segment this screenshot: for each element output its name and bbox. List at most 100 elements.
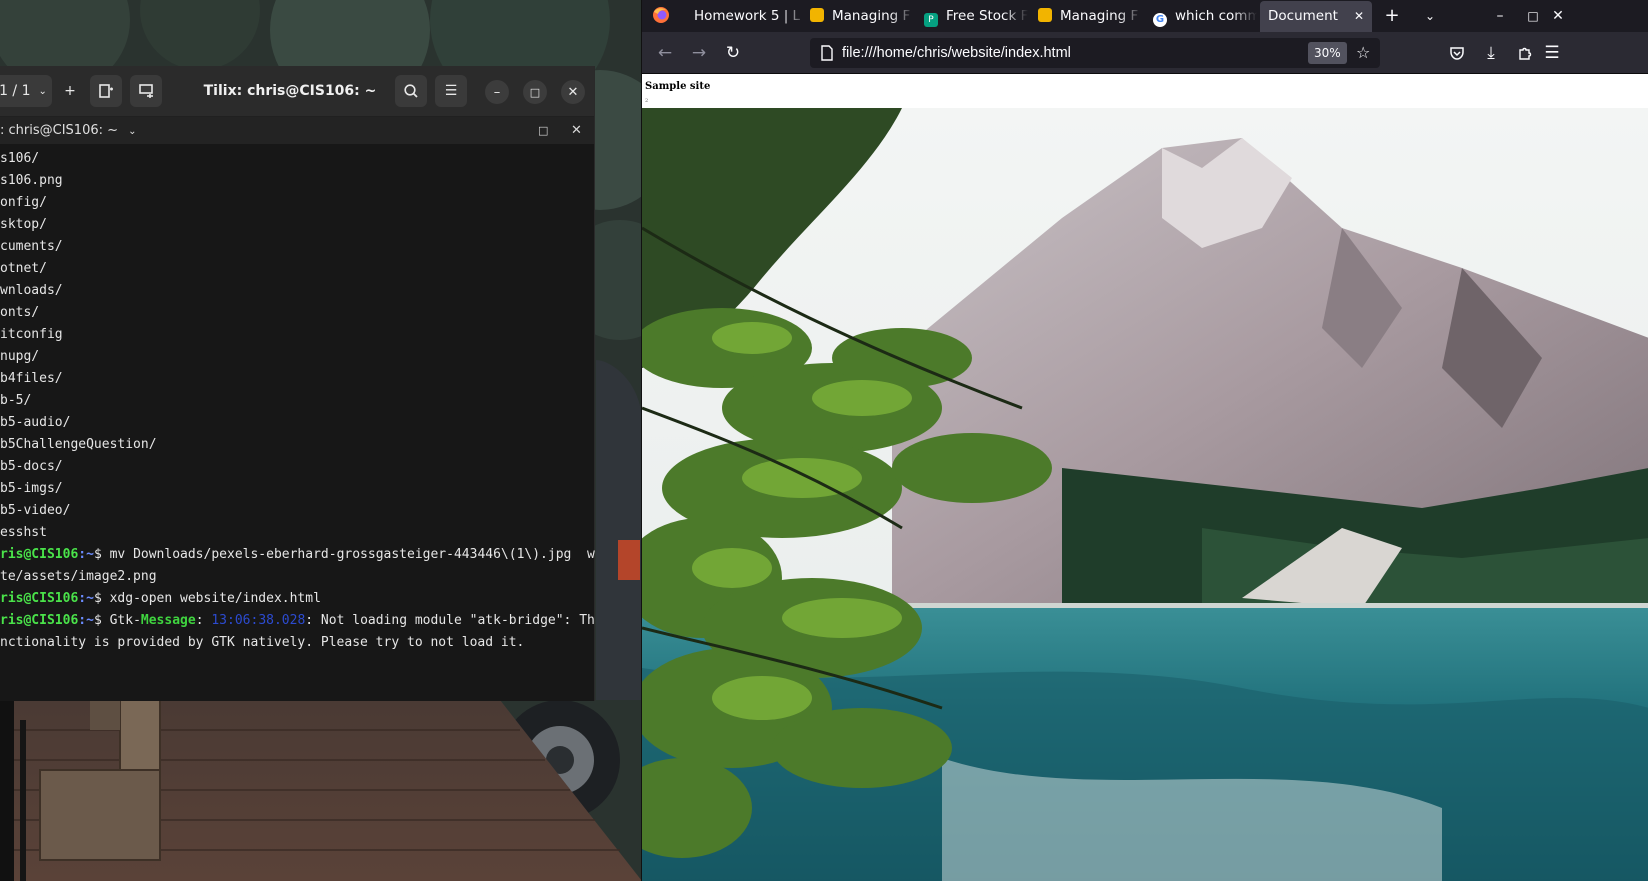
command-line: ris@CIS106:~$ mv Downloads/pexels-eberha…	[0, 544, 595, 566]
reload-icon: ↻	[725, 43, 741, 63]
window-title: Tilix: chris@CIS106: ~	[203, 83, 377, 99]
split-down-button[interactable]	[130, 75, 162, 107]
hamburger-menu-icon: ☰	[444, 83, 458, 99]
maximize-button[interactable]: □	[1518, 0, 1548, 32]
menu-button[interactable]: ☰	[435, 75, 467, 107]
firefox-menu-button[interactable]	[646, 0, 676, 32]
terminal-close-button[interactable]: ✕	[571, 117, 582, 144]
google-icon: G	[1153, 13, 1167, 27]
listing-entry: itconfig	[0, 327, 63, 342]
url-text[interactable]: file:///home/chris/website/index.html	[842, 38, 1071, 68]
tab-document[interactable]: Document ✕	[1260, 1, 1372, 32]
minimize-button[interactable]: –	[485, 80, 509, 104]
pocket-icon	[1450, 47, 1464, 60]
terminal-title-bar: : chris@CIS106: ~ ⌄ □ ✕	[0, 117, 594, 144]
app-menu-button[interactable]: ☰	[1542, 38, 1562, 68]
close-icon: ✕	[571, 123, 582, 138]
extensions-button[interactable]	[1510, 38, 1540, 68]
arrow-left-icon: ←	[657, 43, 673, 63]
bookmark-star-icon[interactable]: ☆	[1356, 38, 1370, 68]
listing-entry: b-5/	[0, 393, 32, 408]
listing-entry: s106/	[0, 151, 40, 166]
close-icon: ✕	[1552, 8, 1564, 24]
tab-managing-files-1[interactable]: Managing F	[802, 0, 914, 32]
session-switcher-label: 1 / 1	[0, 83, 31, 99]
listing-entry: nupg/	[0, 349, 40, 364]
search-button[interactable]	[395, 75, 427, 107]
gtk-message-label: Message	[140, 613, 196, 628]
terminal-title-dropdown[interactable]: : chris@CIS106: ~ ⌄	[0, 117, 137, 145]
forward-button[interactable]: →	[684, 38, 714, 68]
maximize-icon: □	[529, 85, 541, 99]
minimize-icon: –	[493, 84, 501, 100]
prompt-user: ris@CIS106	[0, 591, 79, 606]
maximize-icon: □	[1527, 9, 1539, 23]
new-tab-button[interactable]: +	[1377, 0, 1407, 32]
prompt-user: ris@CIS106	[0, 613, 79, 628]
split-right-button[interactable]	[90, 75, 122, 107]
listing-entry: otnet/	[0, 261, 47, 276]
minimize-button[interactable]: –	[1485, 0, 1515, 32]
tab-bar: Homework 5 | L Managing F P Free Stock F …	[642, 0, 1648, 32]
listing-entry: s106.png	[0, 173, 63, 188]
listing-entry: b5-video/	[0, 503, 71, 518]
mountain-lake-image	[642, 108, 1648, 881]
navigation-toolbar: ← → ↻ file:///home/chris/website/index.h…	[642, 32, 1648, 74]
add-session-button[interactable]: +	[60, 75, 80, 107]
gtk-timestamp: 13:06:38.028	[211, 613, 306, 628]
tab-free-stock[interactable]: P Free Stock F	[916, 0, 1028, 32]
puzzle-icon	[1519, 47, 1532, 60]
chevron-down-icon: ⌄	[128, 126, 137, 137]
split-horizontal-icon	[99, 84, 113, 98]
gtk-message-text: : Not loading module "atk-bridge": The	[305, 613, 595, 628]
session-switcher-button[interactable]: 1 / 1 ⌄	[0, 75, 52, 107]
pexels-icon: P	[924, 13, 938, 27]
mountain-lake-photo	[642, 108, 1648, 881]
listing-entry: esshst	[0, 525, 47, 540]
downloads-button[interactable]: ⤓	[1476, 38, 1506, 68]
search-icon	[404, 84, 418, 98]
command-line: ris@CIS106:~$ xdg-open website/index.htm…	[0, 588, 595, 610]
close-button[interactable]: ✕	[1548, 0, 1568, 32]
listing-entry: b5-audio/	[0, 415, 71, 430]
arrow-right-icon: →	[691, 43, 707, 63]
terminal-title: : chris@CIS106: ~	[0, 123, 119, 138]
plus-icon: +	[1384, 5, 1400, 26]
terminal-output[interactable]: s106/s106.png onfig/sktop/cuments/otnet/w…	[0, 144, 595, 701]
maximize-button[interactable]: □	[523, 80, 547, 104]
chevron-down-icon: ⌄	[1424, 9, 1436, 23]
prompt-symbol: $	[93, 613, 102, 628]
ls-output-listing: s106/s106.png onfig/sktop/cuments/otnet/w…	[0, 148, 595, 544]
listing-entry: b4files/	[0, 371, 63, 386]
zoom-level-button[interactable]: 30%	[1308, 42, 1347, 64]
page-content: Sample site 2	[642, 74, 1648, 881]
listing-entry: wnloads/	[0, 283, 63, 298]
terminal-headerbar: 1 / 1 ⌄ + Tilix: chris@CIS106: ~ ☰ – □ ✕	[0, 66, 594, 117]
tab-homework[interactable]: Homework 5 | L	[686, 0, 806, 32]
tab-close-icon[interactable]: ✕	[1354, 1, 1364, 31]
tab-label: Document	[1268, 8, 1338, 24]
command-text: xdg-open website/index.html	[101, 591, 321, 606]
prompt-path: :~	[78, 613, 94, 628]
firefox-logo-icon	[653, 7, 669, 23]
gtk-message-line: ris@CIS106:~$ Gtk-Message: 13:06:38.028:…	[0, 610, 595, 632]
pocket-button[interactable]	[1442, 38, 1472, 68]
download-icon: ⤓	[1487, 43, 1495, 63]
tab-managing-files-2[interactable]: Managing F	[1030, 0, 1142, 32]
gtk-colon: :	[195, 613, 212, 628]
back-button[interactable]: ←	[650, 38, 680, 68]
page-heading: Sample site	[645, 81, 711, 92]
listing-entry: b5-imgs/	[0, 481, 63, 496]
chevron-down-icon: ⌄	[38, 85, 47, 97]
url-bar[interactable]: file:///home/chris/website/index.html 30…	[810, 38, 1380, 68]
prompt-symbol: $	[93, 591, 102, 606]
list-all-tabs-button[interactable]: ⌄	[1415, 0, 1445, 32]
hamburger-menu-icon: ☰	[1544, 43, 1560, 63]
close-button[interactable]: ✕	[561, 80, 585, 104]
tab-google-search[interactable]: Gwhich comm	[1145, 0, 1257, 32]
reload-button[interactable]: ↻	[718, 38, 748, 68]
command-continuation: te/assets/image2.png	[0, 569, 157, 584]
listing-entry: cuments/	[0, 239, 63, 254]
split-vertical-icon	[139, 84, 153, 98]
terminal-maximize-button[interactable]: □	[538, 117, 548, 144]
